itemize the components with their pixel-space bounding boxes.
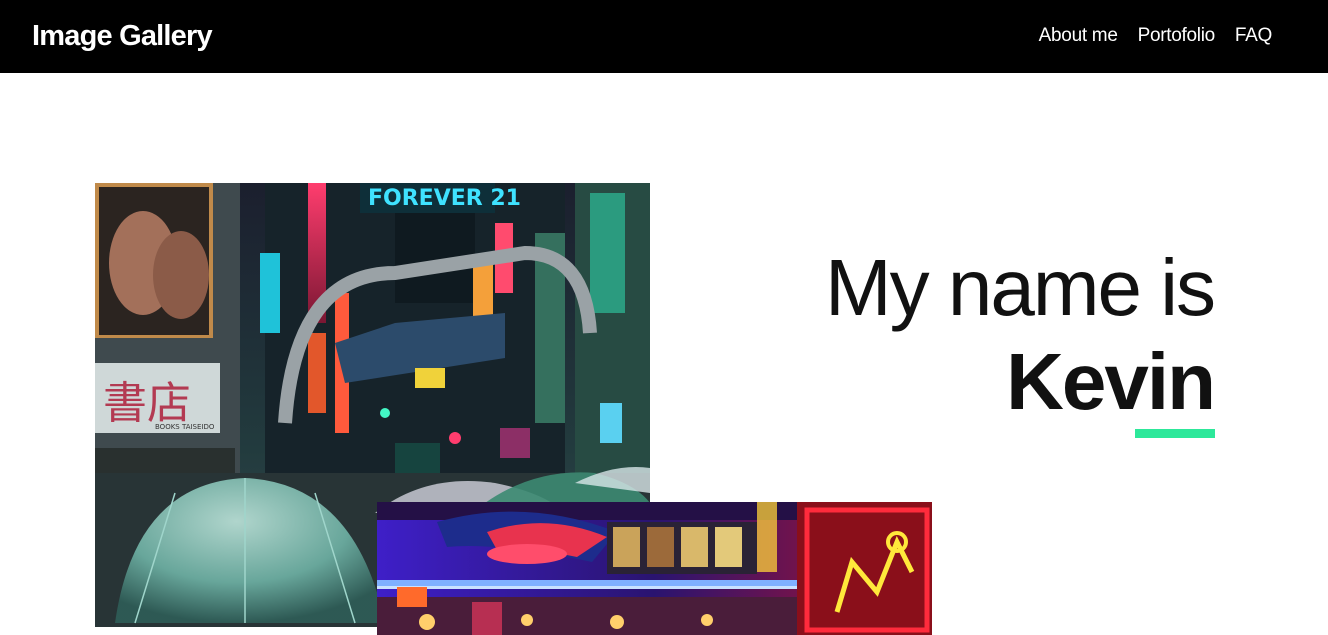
neon-arcade-photo: [377, 502, 932, 635]
nav-link-about-me[interactable]: About me: [1039, 23, 1118, 49]
svg-text:FOREVER 21: FOREVER 21: [368, 186, 521, 211]
hero-subtitle: My name is: [825, 243, 1216, 332]
brand-title[interactable]: Image Gallery: [32, 17, 213, 55]
hero-name: Kevin: [1006, 337, 1216, 426]
accent-underline: [1135, 429, 1215, 438]
nav-link-portofolio[interactable]: Portofolio: [1138, 23, 1216, 49]
hero-intro: My name is Kevin: [825, 240, 1216, 428]
nav-link-faq[interactable]: FAQ: [1235, 23, 1272, 49]
svg-text:書店: 書店: [103, 378, 191, 429]
nav-links: About me Portofolio FAQ: [1039, 23, 1273, 49]
svg-text:BOOKS TAISEIDO: BOOKS TAISEIDO: [155, 423, 215, 431]
navbar: Image Gallery About me Portofolio FAQ: [0, 0, 1328, 73]
